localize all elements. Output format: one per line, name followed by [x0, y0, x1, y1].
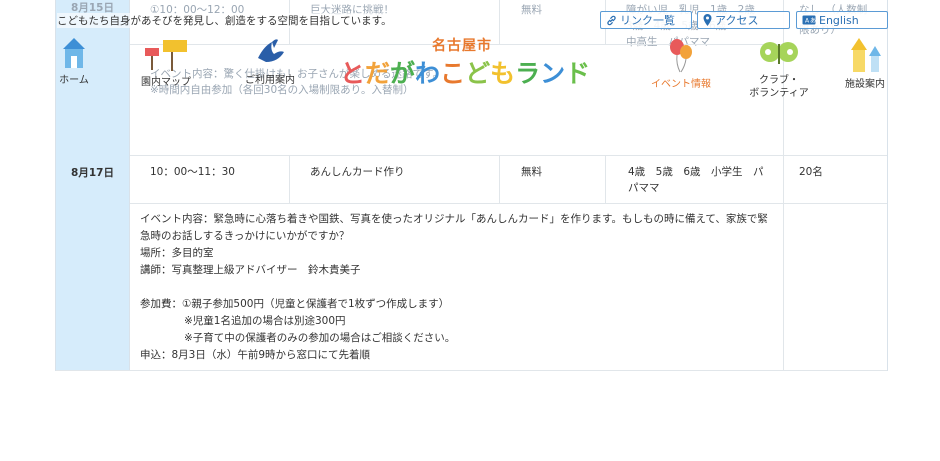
detail-lecturer: 講師：写真整理上級アドバイザー 鈴木貴美子	[140, 264, 361, 276]
target-line: パママ	[628, 182, 660, 194]
nav-usage-guide[interactable]: ご利用案内	[240, 36, 300, 87]
event-fee: 無料	[521, 166, 542, 178]
event-target: 4歳 5歳 6歳 小学生 パ パママ	[616, 155, 781, 196]
detail-apply: 申込：8月3日（水）午前9時から窓口にて先着順	[140, 349, 371, 361]
nav-event-info[interactable]: イベント情報	[648, 36, 714, 91]
nav-facility-info-label: 施設案内	[845, 79, 885, 90]
event-title: あんしんカード作り	[310, 166, 405, 178]
english-label: English	[819, 13, 859, 27]
detail-line: 急時のお話しするきっかけにいかがですか？	[140, 230, 350, 242]
access-label: アクセス	[715, 14, 759, 27]
site-tagline: こどもたち自身があそびを発見し、創造をする空間を目指しています。	[57, 13, 392, 28]
logo-letter: ど	[465, 59, 491, 88]
event-time: 10：00～11：30	[150, 166, 235, 178]
logo-city: 名古屋市	[432, 38, 492, 54]
event-detail: イベント内容：緊急時に心落ち着きや国鉄、写真を使ったオリジナル「あんしんカード」…	[140, 211, 777, 364]
detail-place: 場所：多目的室	[140, 247, 214, 259]
detail-fee: 参加費：①親子参加500円（児童と保護者で1枚ずつ作成します）	[140, 298, 450, 310]
nav-home[interactable]: ホーム	[55, 36, 93, 87]
logo-letter: ン	[540, 59, 566, 88]
nav-club-volunteer-label-2: ボランティア	[749, 88, 809, 99]
language-icon: Aあ	[802, 15, 816, 25]
castle-icon	[851, 38, 881, 72]
link-icon	[607, 15, 616, 25]
nav-club-volunteer-label: クラブ・	[759, 75, 799, 86]
house-icon	[63, 38, 85, 68]
site-logo[interactable]: 名古屋市 とだがわこどもランド	[340, 35, 610, 90]
nav-park-map[interactable]: 園内マップ	[136, 38, 196, 89]
access-button[interactable]: アクセス	[697, 11, 790, 29]
logo-letter: だ	[365, 59, 391, 88]
target-line: 4歳 5歳 6歳 小学生 パ	[628, 166, 764, 178]
logo-letter: が	[390, 59, 416, 88]
nav-facility-info[interactable]: 施設案内	[840, 36, 890, 91]
svg-text:あ: あ	[810, 18, 816, 25]
nav-usage-guide-label: ご利用案内	[245, 75, 295, 86]
link-list-button[interactable]: リンク一覧	[600, 11, 692, 29]
nav-park-map-label: 園内マップ	[141, 77, 191, 88]
nav-home-label: ホーム	[59, 75, 89, 86]
english-button[interactable]: Aあ English	[796, 11, 888, 29]
event-capacity: 20名	[799, 166, 823, 178]
butterfly-icon	[760, 42, 798, 64]
bird-icon	[258, 39, 284, 62]
link-list-label: リンク一覧	[620, 14, 675, 27]
table-row: 8月17日 10：00～11：30 あんしんカード作り 無料 4歳 5歳 6歳 …	[55, 155, 888, 371]
logo-letter: と	[340, 59, 366, 88]
logo-wordmark: とだがわこどもランド	[340, 54, 590, 90]
logo-letter: わ	[415, 59, 441, 88]
logo-letter: ド	[565, 59, 591, 88]
signpost-icon	[145, 40, 187, 71]
map-pin-icon	[703, 14, 712, 26]
date-cell: 8月17日	[56, 155, 130, 371]
logo-letter: こ	[440, 59, 466, 88]
nav-event-info-label: イベント情報	[651, 79, 711, 90]
event-date: 8月17日	[71, 167, 114, 179]
site-header: こどもたち自身があそびを発見し、創造をする空間を目指しています。 リンク一覧 ア…	[0, 0, 940, 112]
detail-fee-note: ※児童1名追加の場合は別途300円	[184, 315, 346, 327]
logo-letter: も	[490, 59, 516, 88]
detail-fee-note: ※子育て中の保護者のみの参加の場合はご相談ください。	[184, 332, 456, 344]
logo-letter: ラ	[515, 59, 541, 88]
balloon-icon	[670, 39, 692, 73]
detail-line: イベント内容：緊急時に心落ち着きや国鉄、写真を使ったオリジナル「あんしんカード」…	[140, 213, 768, 225]
nav-club-volunteer[interactable]: クラブ・ ボランティア	[744, 38, 814, 100]
